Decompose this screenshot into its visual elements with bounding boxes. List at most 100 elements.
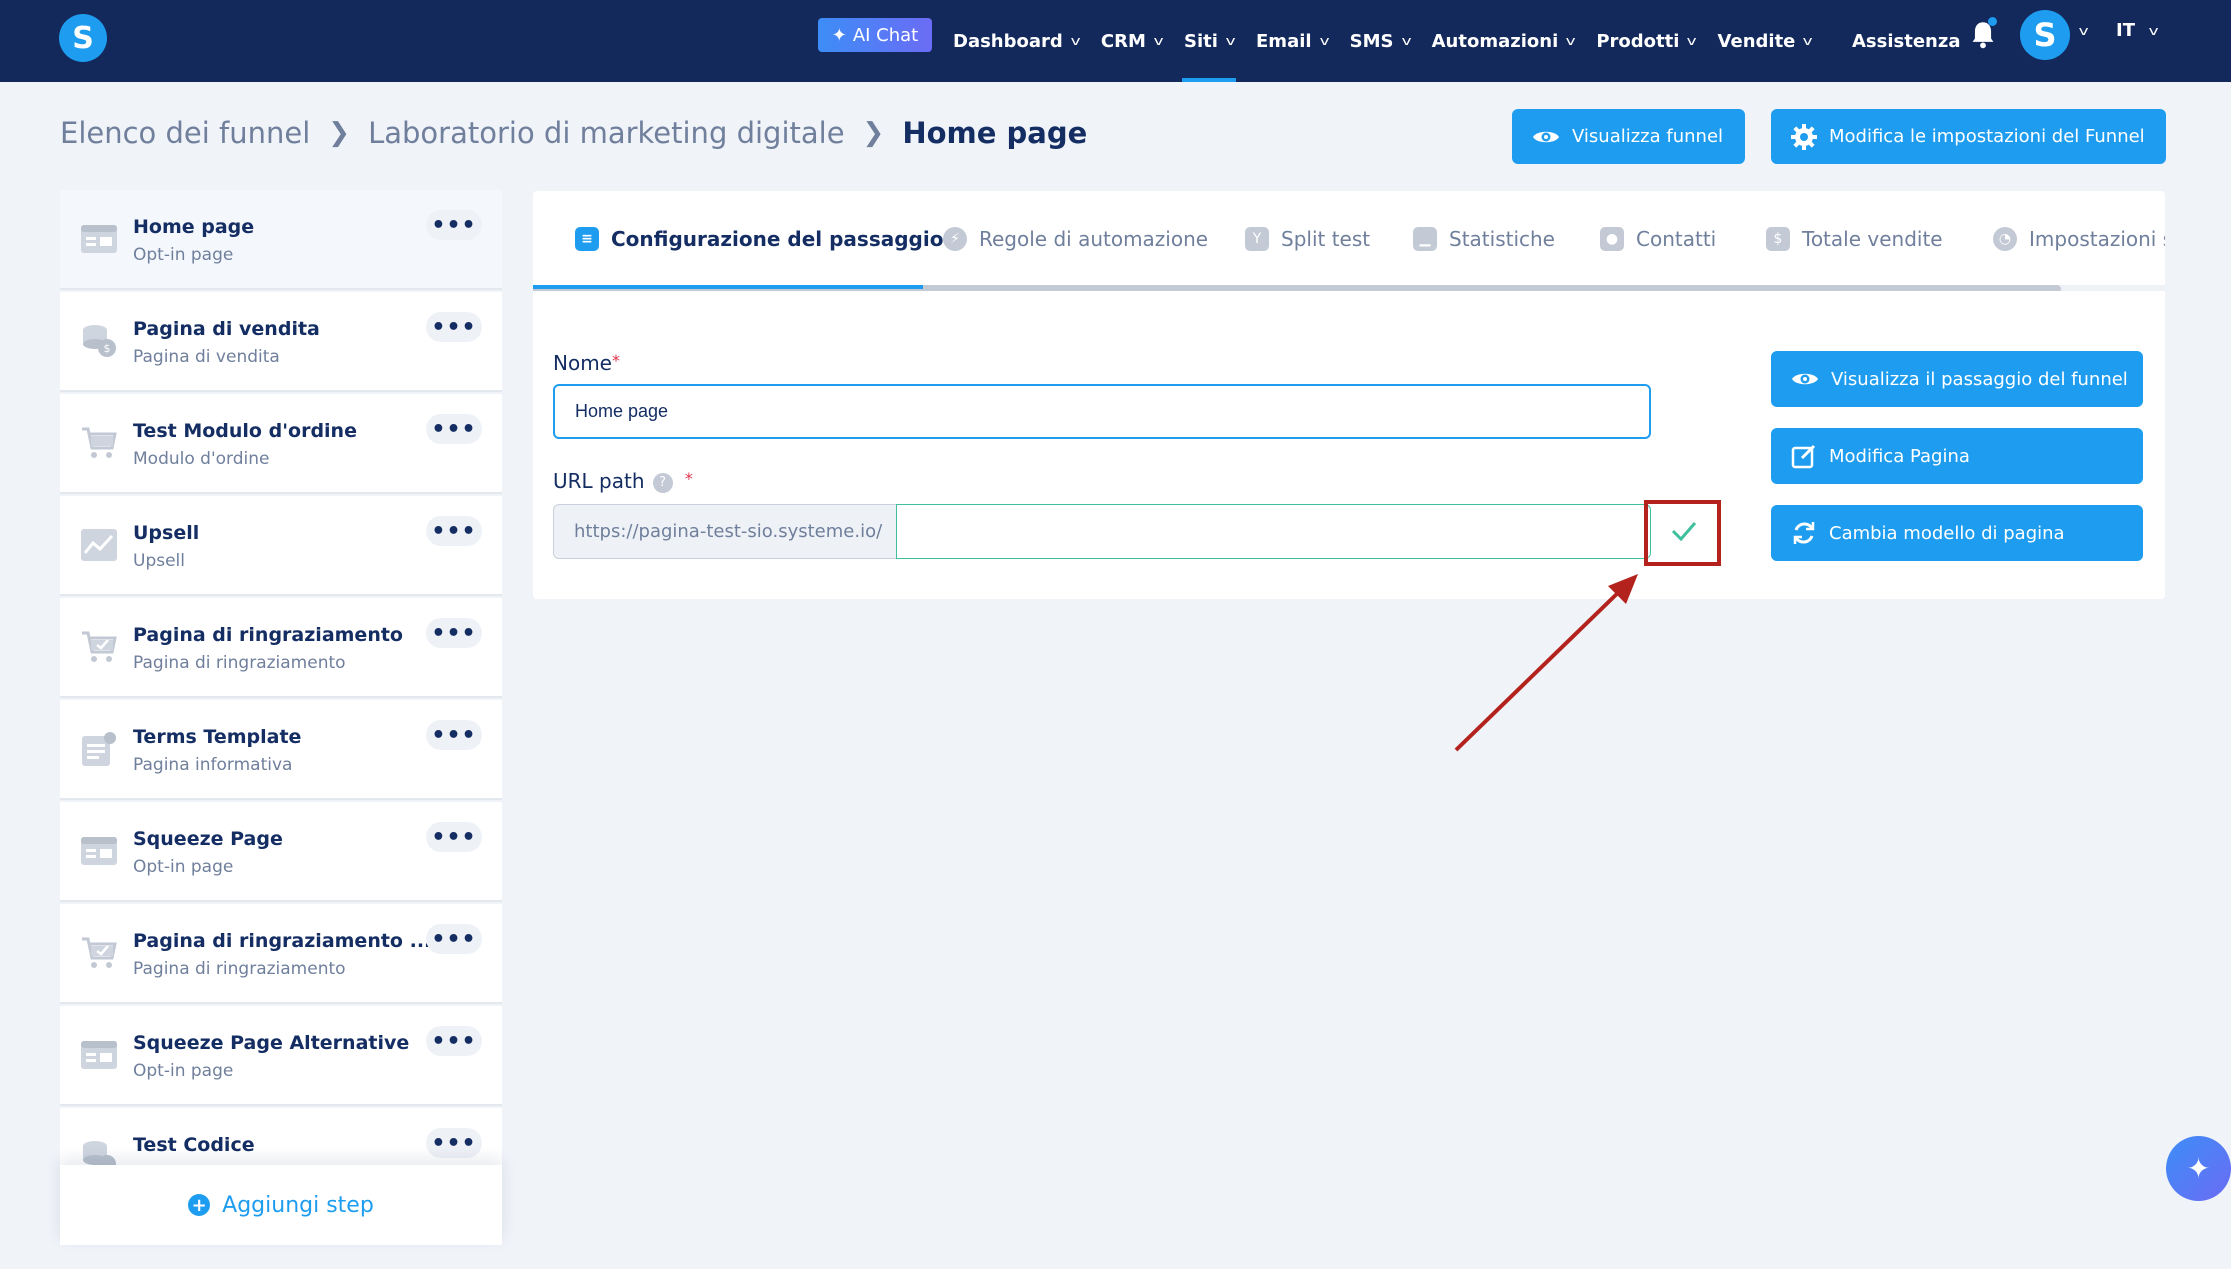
change-template-label: Cambia modello di pagina	[1829, 522, 2065, 544]
more-options-button[interactable]: •••	[426, 618, 482, 648]
add-step-button[interactable]: + Aggiungi step	[60, 1165, 502, 1245]
step-title: Squeeze Page Alternative	[133, 1032, 410, 1054]
step-tabs: ≡ Configurazione del passaggio ⚡ Regole …	[533, 191, 2165, 291]
step-type: Pagina di ringraziamento	[133, 653, 346, 673]
more-options-button[interactable]: •••	[426, 414, 482, 444]
top-navbar: S ✦ AI Chat Dashboard v CRM v Siti v Email v…	[0, 0, 2231, 82]
nav-item-siti[interactable]: Siti v	[1181, 0, 1237, 82]
ai-chat-label: AI Chat	[852, 24, 919, 46]
view-funnel-button[interactable]: Visualizza funnel	[1512, 109, 1745, 164]
add-step-label: Aggiungi step	[222, 1192, 374, 1218]
chevron-down-icon: v	[1225, 34, 1236, 48]
chevron-down-icon: v	[1153, 34, 1164, 48]
nav-label: Prodotti	[1596, 30, 1680, 52]
change-template-button[interactable]: Cambia modello di pagina	[1771, 505, 2143, 561]
eye-icon	[1533, 131, 1559, 142]
funnel-step-item[interactable]: Pagina di ringraziamento ... Pagina di r…	[60, 904, 502, 1004]
tab-label: Impostazioni s	[2029, 227, 2165, 251]
clock-icon: ◔	[1993, 227, 2017, 251]
nav-item-prodotti[interactable]: Prodotti v	[1596, 0, 1697, 82]
nav-item-sms[interactable]: SMS v	[1350, 0, 1411, 82]
nav-item-crm[interactable]: CRM v	[1101, 0, 1164, 82]
active-tab-indicator	[533, 285, 923, 289]
more-options-button[interactable]: •••	[426, 312, 482, 342]
more-options-button[interactable]: •••	[426, 822, 482, 852]
name-label: Nome*	[553, 351, 620, 375]
chevron-right-icon: ❯	[862, 118, 885, 148]
name-input[interactable]	[553, 384, 1651, 439]
step-type: Opt-in page	[133, 245, 234, 265]
nav-item-automazioni[interactable]: Automazioni v	[1432, 0, 1576, 82]
step-title: Pagina di vendita	[133, 318, 320, 340]
more-options-button[interactable]: •••	[426, 210, 482, 240]
edit-funnel-settings-label: Modifica le impostazioni del Funnel	[1829, 126, 2145, 147]
nav-item-dashboard[interactable]: Dashboard v	[953, 0, 1081, 82]
funnel-step-item[interactable]: Squeeze Page Alternative Opt-in page •••	[60, 1006, 502, 1106]
sparkle-icon: ✦	[831, 24, 847, 46]
ai-assistant-fab[interactable]: ✦	[2166, 1136, 2231, 1201]
breadcrumb-funnel-name[interactable]: Laboratorio di marketing digitale	[368, 116, 844, 150]
chevron-down-icon: v	[1565, 34, 1576, 48]
funnel-step-item[interactable]: Test Modulo d'ordine Modulo d'ordine •••	[60, 394, 502, 494]
url-domain-prefix: https://pagina-test-sio.systeme.io/	[553, 504, 896, 559]
tab-settings[interactable]: ◔ Impostazioni s	[1993, 227, 2165, 251]
split-icon: Y	[1245, 227, 1269, 251]
systeme-logo[interactable]: S	[59, 14, 107, 62]
funnel-step-item[interactable]: Home page Opt-in page •••	[60, 190, 502, 290]
eye-icon	[1792, 373, 1818, 385]
more-options-button[interactable]: •••	[426, 516, 482, 546]
chevron-down-icon[interactable]: v	[2149, 24, 2159, 38]
chevron-down-icon: v	[1070, 34, 1081, 48]
tab-total-sales[interactable]: $ Totale vendite	[1766, 227, 1943, 251]
funnel-step-item[interactable]: Pagina di ringraziamento Pagina di ringr…	[60, 598, 502, 698]
breadcrumb-funnel-list[interactable]: Elenco dei funnel	[60, 116, 310, 150]
step-title: Test Modulo d'ordine	[133, 420, 357, 442]
tab-step-configuration[interactable]: ≡ Configurazione del passaggio	[575, 227, 943, 251]
nav-item-email[interactable]: Email v	[1256, 0, 1329, 82]
help-icon[interactable]: ?	[652, 472, 673, 493]
language-selector[interactable]: IT	[2116, 20, 2135, 41]
step-settings-panel: ≡ Configurazione del passaggio ⚡ Regole …	[533, 191, 2165, 599]
step-title: Squeeze Page	[133, 828, 283, 850]
funnel-steps-list: Home page Opt-in page ••• $ Pagina di ve…	[60, 190, 502, 1245]
tab-label: Contatti	[1636, 227, 1717, 251]
ai-chat-button[interactable]: ✦ AI Chat	[818, 18, 932, 52]
annotation-arrow	[1454, 574, 1638, 752]
cart-check-icon	[82, 937, 117, 968]
view-step-label: Visualizza il passaggio del funnel	[1831, 368, 2128, 390]
avatar[interactable]: S	[2020, 10, 2070, 60]
edit-page-button[interactable]: Modifica Pagina	[1771, 428, 2143, 484]
step-type: Pagina informativa	[133, 755, 293, 775]
view-funnel-step-button[interactable]: Visualizza il passaggio del funnel	[1771, 351, 2143, 407]
tab-contacts[interactable]: ● Contatti	[1600, 227, 1716, 251]
funnel-step-item[interactable]: $ Pagina di vendita Pagina di vendita ••…	[60, 292, 502, 392]
lightning-icon: ⚡	[943, 227, 967, 251]
tab-statistics[interactable]: ▁ Statistiche	[1413, 227, 1555, 251]
upsell-chart-icon	[81, 529, 117, 561]
view-funnel-label: Visualizza funnel	[1572, 126, 1724, 147]
chevron-down-icon[interactable]: v	[2079, 24, 2089, 38]
info-page-icon	[82, 732, 116, 766]
refresh-icon	[1793, 522, 1815, 544]
nav-label: Dashboard	[953, 30, 1063, 52]
nav-item-vendite[interactable]: Vendite v	[1718, 0, 1813, 82]
edit-funnel-settings-button[interactable]: Modifica le impostazioni del Funnel	[1771, 109, 2166, 164]
step-type: Opt-in page	[133, 857, 234, 877]
funnel-step-item[interactable]: Upsell Upsell •••	[60, 496, 502, 596]
sparkle-icon: ✦	[2186, 1152, 2211, 1185]
assistance-link[interactable]: Assistenza	[1852, 0, 1961, 82]
more-options-button[interactable]: •••	[426, 1026, 482, 1056]
step-title: Pagina di ringraziamento	[133, 624, 403, 646]
url-path-input[interactable]	[896, 504, 1651, 559]
more-options-button[interactable]: •••	[426, 1128, 482, 1158]
tab-automation-rules[interactable]: ⚡ Regole di automazione	[943, 227, 1208, 251]
edit-page-label: Modifica Pagina	[1829, 445, 1970, 467]
svg-text:$: $	[104, 342, 111, 355]
more-options-button[interactable]: •••	[426, 924, 482, 954]
tab-split-test[interactable]: Y Split test	[1245, 227, 1370, 251]
breadcrumb: Elenco dei funnel ❯ Laboratorio di marke…	[60, 116, 1087, 150]
funnel-step-item[interactable]: Terms Template Pagina informativa •••	[60, 700, 502, 800]
tab-label: Configurazione del passaggio	[611, 227, 944, 251]
funnel-step-item[interactable]: Squeeze Page Opt-in page •••	[60, 802, 502, 902]
more-options-button[interactable]: •••	[426, 720, 482, 750]
